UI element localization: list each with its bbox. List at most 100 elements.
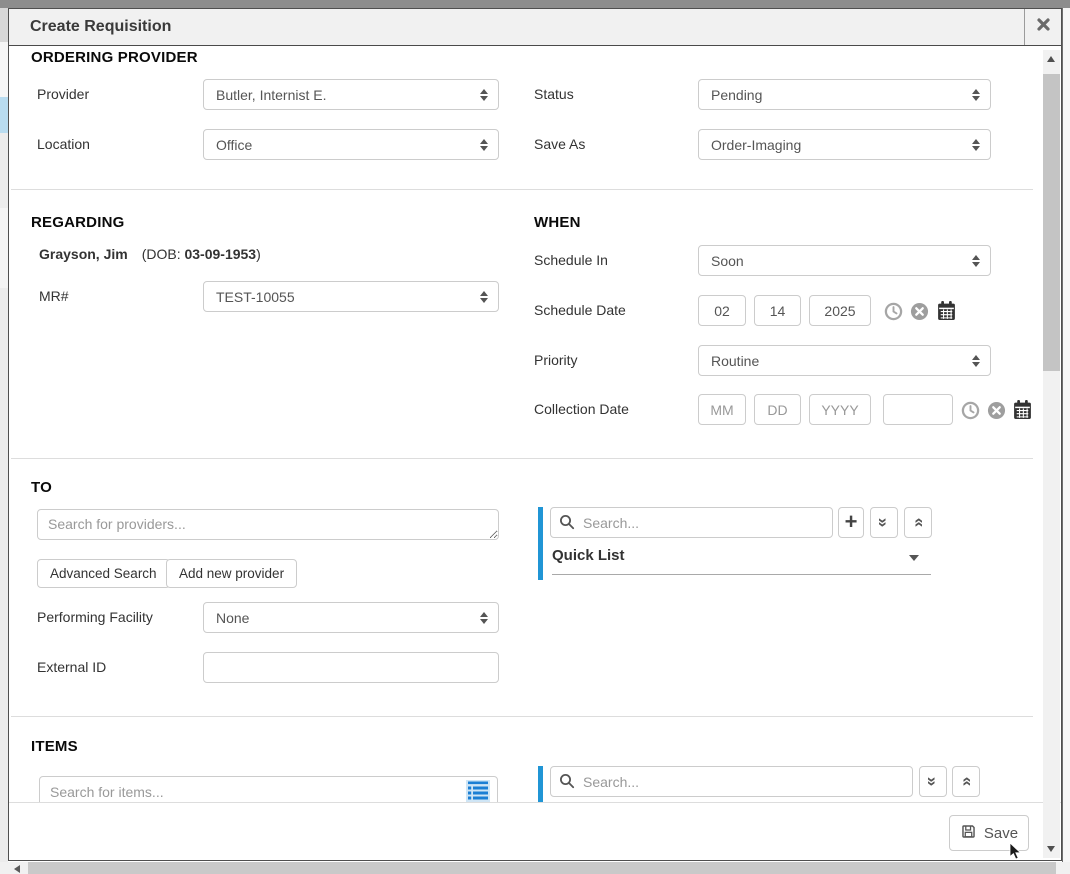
patient-info: Grayson, Jim (DOB: 03-09-1953)	[39, 246, 261, 262]
save-as-select[interactable]: Order-Imaging	[698, 129, 991, 160]
double-chevron-up-icon: »	[910, 518, 927, 527]
provider-quick-search-input[interactable]	[550, 507, 833, 538]
section-divider	[11, 189, 1033, 190]
clear-date-icon[interactable]	[910, 302, 929, 321]
double-chevron-down-icon: »	[876, 518, 893, 527]
collection-month-input[interactable]	[698, 394, 746, 425]
close-button[interactable]	[1024, 9, 1061, 45]
create-requisition-modal: Create Requisition ORDERING PROVIDER Pro…	[8, 8, 1062, 861]
dob-prefix: (DOB:	[142, 246, 181, 262]
location-select[interactable]: Office	[203, 129, 499, 160]
page-horizontal-scrollbar[interactable]	[0, 862, 1070, 874]
page-left-fragment	[0, 208, 8, 288]
item-quick-search	[550, 766, 913, 797]
external-id-label: External ID	[37, 652, 106, 683]
select-arrows-icon	[480, 291, 488, 303]
items-heading: ITEMS	[31, 738, 78, 755]
scroll-down-arrow-icon[interactable]	[1047, 846, 1055, 852]
collapse-all-button[interactable]: »	[952, 766, 980, 797]
scroll-left-arrow-icon[interactable]	[14, 865, 20, 873]
horizontal-scrollbar-thumb[interactable]	[28, 862, 1056, 874]
schedule-day-input[interactable]	[754, 295, 801, 326]
mr-number-select[interactable]: TEST-10055	[203, 281, 499, 312]
add-to-quick-list-button[interactable]: +	[838, 507, 864, 538]
select-arrows-icon	[480, 612, 488, 624]
modal-vertical-scrollbar[interactable]	[1043, 50, 1060, 858]
performing-facility-select[interactable]: None	[203, 602, 499, 633]
save-button-label: Save	[984, 825, 1018, 842]
plus-icon: +	[845, 511, 858, 533]
provider-select-value: Butler, Internist E.	[216, 87, 327, 103]
item-quick-search-input[interactable]	[550, 766, 913, 797]
schedule-year-input[interactable]	[809, 295, 871, 326]
mr-number-select-value: TEST-10055	[216, 289, 295, 305]
modal-footer: Save	[9, 802, 1061, 860]
when-heading: WHEN	[534, 214, 581, 231]
section-divider	[11, 716, 1033, 717]
page-right-strip	[1062, 8, 1070, 862]
quick-list-header[interactable]: Quick List	[552, 547, 931, 575]
collapse-all-button[interactable]: »	[904, 507, 932, 538]
select-arrows-icon	[972, 255, 980, 267]
search-icon	[559, 514, 575, 535]
collection-time-input[interactable]	[883, 394, 953, 425]
schedule-in-label: Schedule In	[534, 245, 608, 276]
schedule-in-select[interactable]: Soon	[698, 245, 991, 276]
double-chevron-up-icon: »	[958, 777, 975, 786]
modal-header: Create Requisition	[9, 9, 1061, 46]
modal-body: ORDERING PROVIDER Provider Butler, Inter…	[9, 46, 1061, 802]
status-select-value: Pending	[711, 87, 762, 103]
schedule-date-label: Schedule Date	[534, 295, 626, 326]
select-arrows-icon	[972, 355, 980, 367]
add-new-provider-button[interactable]: Add new provider	[166, 559, 297, 588]
scroll-up-arrow-icon[interactable]	[1047, 56, 1055, 62]
search-icon	[559, 773, 575, 794]
collection-day-input[interactable]	[754, 394, 801, 425]
item-list-icon[interactable]	[466, 780, 490, 802]
performing-facility-label: Performing Facility	[37, 602, 153, 633]
modal-title: Create Requisition	[30, 9, 171, 45]
mr-number-label: MR#	[39, 281, 69, 312]
collection-date-label: Collection Date	[534, 394, 629, 425]
status-label: Status	[534, 79, 574, 110]
save-icon	[960, 823, 977, 844]
to-heading: TO	[31, 479, 52, 496]
page-left-strip	[0, 8, 8, 862]
expand-all-button[interactable]: »	[919, 766, 947, 797]
section-divider	[11, 458, 1033, 459]
item-search-input[interactable]	[39, 776, 498, 802]
select-arrows-icon	[480, 139, 488, 151]
page-left-fragment	[0, 8, 8, 42]
page-left-fragment	[0, 42, 8, 97]
status-select[interactable]: Pending	[698, 79, 991, 110]
select-arrows-icon	[480, 89, 488, 101]
clear-date-icon[interactable]	[987, 401, 1006, 420]
quick-list-label: Quick List	[552, 547, 625, 564]
priority-label: Priority	[534, 345, 578, 376]
collection-year-input[interactable]	[809, 394, 871, 425]
advanced-search-button[interactable]: Advanced Search	[37, 559, 170, 588]
priority-select[interactable]: Routine	[698, 345, 991, 376]
page-left-blue-fragment	[0, 97, 8, 133]
regarding-heading: REGARDING	[31, 214, 124, 231]
vertical-scrollbar-thumb[interactable]	[1043, 74, 1060, 371]
calendar-icon[interactable]	[936, 300, 957, 321]
save-button[interactable]: Save	[949, 815, 1029, 851]
expand-all-button[interactable]: »	[870, 507, 898, 538]
dob-suffix: )	[256, 246, 261, 262]
schedule-month-input[interactable]	[698, 295, 746, 326]
external-id-input[interactable]	[203, 652, 499, 683]
caret-down-icon	[909, 555, 919, 561]
save-as-select-value: Order-Imaging	[711, 137, 801, 153]
clock-icon[interactable]	[884, 302, 903, 321]
page-top-strip	[0, 0, 1070, 8]
provider-quick-search	[550, 507, 833, 538]
calendar-icon[interactable]	[1012, 399, 1033, 420]
provider-label: Provider	[37, 79, 89, 110]
provider-search-input[interactable]	[37, 509, 499, 540]
provider-select[interactable]: Butler, Internist E.	[203, 79, 499, 110]
patient-name: Grayson, Jim	[39, 246, 128, 262]
dob-value: 03-09-1953	[184, 246, 256, 262]
quick-list-accent-bar	[538, 507, 543, 580]
clock-icon[interactable]	[961, 401, 980, 420]
